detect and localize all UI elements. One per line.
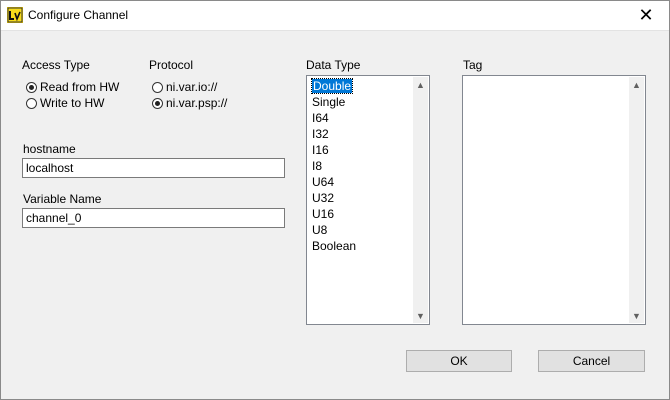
tag-label: Tag xyxy=(463,58,483,72)
title-bar: Configure Channel ✕ xyxy=(1,1,669,31)
data-type-scrollbar[interactable]: ▲ ▼ xyxy=(413,77,428,323)
data-type-item-double[interactable]: Double xyxy=(309,78,411,94)
radio-button-ni-var-io[interactable] xyxy=(152,81,163,93)
radio-ni-var-psp[interactable]: ni.var.psp:// xyxy=(152,95,227,111)
data-type-item-u64[interactable]: U64 xyxy=(309,174,411,190)
radio-ni-var-io[interactable]: ni.var.io:// xyxy=(152,79,217,95)
variable-name-label: Variable Name xyxy=(23,192,102,206)
radio-label-write-to-hw: Write to HW xyxy=(40,96,105,110)
hostname-field[interactable]: localhost xyxy=(22,158,285,178)
scroll-up-arrow-icon[interactable]: ▲ xyxy=(629,77,644,92)
radio-button-ni-var-psp[interactable] xyxy=(152,97,163,109)
variable-name-field[interactable]: channel_0 xyxy=(22,208,285,228)
close-icon: ✕ xyxy=(638,5,654,25)
data-type-label: Data Type xyxy=(306,58,361,72)
data-type-item-u8[interactable]: U8 xyxy=(309,222,411,238)
data-type-item-single[interactable]: Single xyxy=(309,94,411,110)
data-type-item-u16[interactable]: U16 xyxy=(309,206,411,222)
radio-label-read-from-hw: Read from HW xyxy=(40,80,120,94)
data-type-item-boolean[interactable]: Boolean xyxy=(309,238,411,254)
data-type-item-u32[interactable]: U32 xyxy=(309,190,411,206)
radio-label-ni-var-psp: ni.var.psp:// xyxy=(166,96,228,110)
hostname-label: hostname xyxy=(23,142,76,156)
protocol-label: Protocol xyxy=(149,58,194,72)
radio-write-to-hw[interactable]: Write to HW xyxy=(26,95,104,111)
radio-label-ni-var-io: ni.var.io:// xyxy=(166,80,218,94)
data-type-item-i8[interactable]: I8 xyxy=(309,158,411,174)
close-button[interactable]: ✕ xyxy=(623,1,669,30)
ok-button[interactable]: OK xyxy=(406,350,512,372)
radio-button-write-to-hw[interactable] xyxy=(26,97,37,109)
access-type-label: Access Type xyxy=(22,58,90,72)
window-title: Configure Channel xyxy=(28,8,129,22)
labview-app-icon xyxy=(7,7,23,23)
scroll-down-arrow-icon[interactable]: ▼ xyxy=(629,308,644,323)
data-type-item-i64[interactable]: I64 xyxy=(309,110,411,126)
data-type-item-i32[interactable]: I32 xyxy=(309,126,411,142)
scroll-down-arrow-icon[interactable]: ▼ xyxy=(413,308,428,323)
scroll-up-arrow-icon[interactable]: ▲ xyxy=(413,77,428,92)
data-type-item-i16[interactable]: I16 xyxy=(309,142,411,158)
tag-listbox[interactable]: ▲ ▼ xyxy=(462,75,646,325)
data-type-listbox[interactable]: Double Single I64 I32 I16 I8 U64 U32 U16… xyxy=(306,75,430,325)
cancel-button[interactable]: Cancel xyxy=(538,350,645,372)
radio-read-from-hw[interactable]: Read from HW xyxy=(26,79,119,95)
radio-button-read-from-hw[interactable] xyxy=(26,81,37,93)
configure-channel-dialog: Configure Channel ✕ Access Type Read fro… xyxy=(0,0,670,400)
tag-scrollbar[interactable]: ▲ ▼ xyxy=(629,77,644,323)
